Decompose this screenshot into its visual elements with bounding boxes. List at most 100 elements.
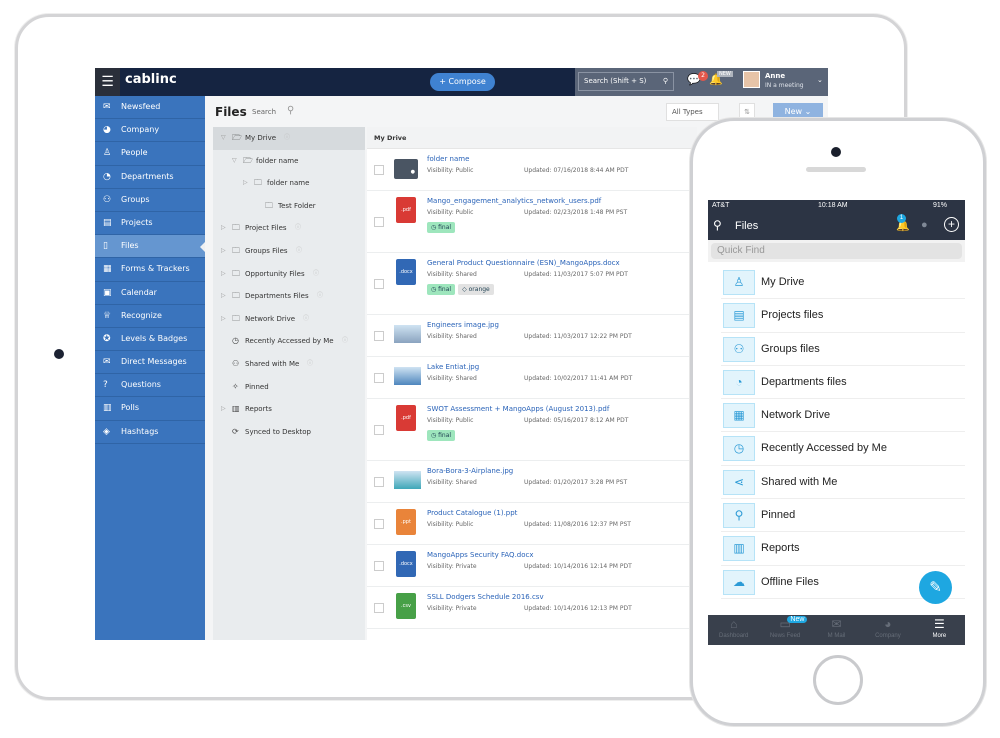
tag-badge[interactable]: ◇ orange xyxy=(458,284,494,295)
info-icon[interactable]: ⓘ xyxy=(295,217,301,239)
table-row[interactable]: Engineers image.jpg Visibility: Shared Upd… xyxy=(367,315,697,357)
info-icon[interactable]: ⓘ xyxy=(307,353,313,375)
global-search-input[interactable]: Search (Shift + S) ⚲ xyxy=(578,72,674,91)
file-name-link[interactable]: SSLL Dodgers Schedule 2016.csv xyxy=(427,593,544,601)
tag-badge[interactable]: ◷ final xyxy=(427,284,456,295)
phone-list-item[interactable]: ▦ Network Drive xyxy=(721,399,965,433)
info-icon[interactable]: ⓘ xyxy=(313,263,319,285)
sidebar-item-calendar[interactable]: ▣ Calendar xyxy=(95,282,205,305)
phone-list-item[interactable]: ▥ Reports xyxy=(721,532,965,566)
tree-item[interactable]: ▷ 🗀 folder name xyxy=(213,172,365,195)
sidebar-item-people[interactable]: ♙ People xyxy=(95,142,205,166)
phone-list-item[interactable]: ◔ Departments files xyxy=(721,366,965,400)
search-icon[interactable]: ⚲ xyxy=(287,105,294,116)
sidebar-item-polls[interactable]: ▥ Polls xyxy=(95,397,205,421)
tab-company[interactable]: ◕ Company xyxy=(862,615,913,645)
file-name-link[interactable]: Product Catalogue (1).ppt xyxy=(427,509,517,517)
twisty-icon[interactable]: ▽ xyxy=(221,127,226,149)
phone-list-item[interactable]: ▤ Projects files xyxy=(721,299,965,333)
row-checkbox[interactable] xyxy=(374,603,384,613)
tab-dashboard[interactable]: ⌂ Dashboard xyxy=(708,615,759,645)
sidebar-item-departments[interactable]: ◔ Departments xyxy=(95,166,205,189)
sidebar-item-hashtags[interactable]: ◈ Hashtags xyxy=(95,421,205,444)
tree-item[interactable]: ▷ 🗀 Groups Files ⓘ xyxy=(213,240,365,263)
menu-icon[interactable]: ☰ xyxy=(95,68,120,96)
files-search-input[interactable]: Search xyxy=(252,108,276,116)
row-checkbox[interactable] xyxy=(374,477,384,487)
tree-item[interactable]: ▽ 🗁 folder name xyxy=(213,150,365,173)
row-checkbox[interactable] xyxy=(374,425,384,435)
sidebar-item-groups[interactable]: ⚇ Groups xyxy=(95,189,205,212)
tree-item[interactable]: ▷ 🗀 Project Files ⓘ xyxy=(213,217,365,240)
tab-news-feed[interactable]: ▭ News Feed New xyxy=(759,615,810,645)
tree-item[interactable]: ▷ ▥ Reports xyxy=(213,398,365,421)
sidebar-item-newsfeed[interactable]: ✉ Newsfeed xyxy=(95,96,205,120)
table-row[interactable]: Bora-Bora-3-Airplane.jpg Visibility: Shar… xyxy=(367,461,697,503)
twisty-icon[interactable]: ▷ xyxy=(221,398,226,420)
tree-item[interactable]: ▷ 🗀 Network Drive ⓘ xyxy=(213,308,365,331)
file-name-link[interactable]: folder name xyxy=(427,155,469,163)
row-checkbox[interactable] xyxy=(374,373,384,383)
chevron-down-icon[interactable]: ⌄ xyxy=(817,76,823,84)
phone-list-item[interactable]: ♙ My Drive xyxy=(721,266,965,300)
search-icon[interactable]: ⚲ xyxy=(713,218,722,232)
compose-fab[interactable]: ✎ xyxy=(919,571,952,604)
sidebar-item-direct-messages[interactable]: ✉ Direct Messages xyxy=(95,351,205,375)
sidebar-item-questions[interactable]: ? Questions xyxy=(95,374,205,398)
tree-item[interactable]: ◷ Recently Accessed by Me ⓘ xyxy=(213,330,365,353)
tree-item[interactable]: ▷ 🗀 Opportunity Files ⓘ xyxy=(213,263,365,286)
twisty-icon[interactable]: ▷ xyxy=(221,285,226,307)
info-icon[interactable]: ⓘ xyxy=(317,285,323,307)
tab-m-mail[interactable]: ✉ M Mail xyxy=(811,615,862,645)
tree-item[interactable]: ⚇ Shared with Me ⓘ xyxy=(213,353,365,376)
twisty-icon[interactable]: ▷ xyxy=(221,240,226,262)
phone-list-item[interactable]: ◷ Recently Accessed by Me xyxy=(721,432,965,466)
tag-badge[interactable]: ◷ final xyxy=(427,430,456,441)
twisty-icon[interactable]: ▷ xyxy=(243,172,248,194)
tag-badge[interactable]: ◷ final xyxy=(427,222,456,233)
file-name-link[interactable]: MangoApps Security FAQ.docx xyxy=(427,551,534,559)
sidebar-item-projects[interactable]: ▤ Projects xyxy=(95,212,205,236)
sidebar-item-recognize[interactable]: ♕ Recognize xyxy=(95,305,205,328)
tree-item[interactable]: ✧ Pinned xyxy=(213,376,365,399)
info-icon[interactable]: ⓘ xyxy=(303,308,309,330)
row-checkbox[interactable] xyxy=(374,217,384,227)
add-icon[interactable]: + xyxy=(944,217,959,232)
twisty-icon[interactable]: ▷ xyxy=(221,217,226,239)
info-icon[interactable]: ⓘ xyxy=(342,330,348,352)
table-row[interactable]: ● folder name Visibility: Public Updated: 0… xyxy=(367,149,697,191)
row-checkbox[interactable] xyxy=(374,279,384,289)
file-name-link[interactable]: Engineers image.jpg xyxy=(427,321,499,329)
home-button[interactable] xyxy=(813,655,863,705)
user-name[interactable]: Anne xyxy=(765,72,785,80)
table-row[interactable]: .ppt Product Catalogue (1).ppt Visibility:… xyxy=(367,503,697,545)
twisty-icon[interactable]: ▷ xyxy=(221,263,226,285)
row-checkbox[interactable] xyxy=(374,561,384,571)
file-name-link[interactable]: Lake Entiat.jpg xyxy=(427,363,479,371)
row-checkbox[interactable] xyxy=(374,519,384,529)
chat-icon[interactable]: ● xyxy=(921,219,928,231)
sidebar-item-company[interactable]: ◕ Company xyxy=(95,119,205,143)
quick-find-input[interactable]: Quick Find xyxy=(708,240,965,262)
file-name-link[interactable]: Bora-Bora-3-Airplane.jpg xyxy=(427,467,513,475)
table-row[interactable]: .docx General Product Questionnaire (ESN)… xyxy=(367,253,697,315)
file-name-link[interactable]: Mango_engagement_analytics_network_users… xyxy=(427,197,601,205)
tree-item[interactable]: ⟳ Synced to Desktop xyxy=(213,421,365,444)
phone-list-item[interactable]: ⋖ Shared with Me xyxy=(721,466,965,500)
tree-item[interactable]: ▷ 🗀 Departments Files ⓘ xyxy=(213,285,365,308)
twisty-icon[interactable]: ▷ xyxy=(221,308,226,330)
sidebar-item-files[interactable]: ▯ Files xyxy=(95,235,205,259)
compose-button[interactable]: + Compose xyxy=(430,73,495,91)
avatar[interactable] xyxy=(743,71,760,88)
row-checkbox[interactable] xyxy=(374,331,384,341)
sidebar-item-levels-badges[interactable]: ✪ Levels & Badges xyxy=(95,328,205,352)
table-row[interactable]: .docx MangoApps Security FAQ.docx Visibili… xyxy=(367,545,697,587)
table-row[interactable]: .pdf SWOT Assessment + MangoApps (August … xyxy=(367,399,697,461)
type-filter-select[interactable]: All Types ⌄ xyxy=(666,103,719,132)
sidebar-item-forms-trackers[interactable]: ▦ Forms & Trackers xyxy=(95,258,205,282)
row-checkbox[interactable] xyxy=(374,165,384,175)
file-name-link[interactable]: SWOT Assessment + MangoApps (August 2013… xyxy=(427,405,609,413)
tree-item[interactable]: ▽ 🗁 My Drive ⓘ xyxy=(213,127,365,150)
twisty-icon[interactable]: ▽ xyxy=(232,150,237,172)
file-name-link[interactable]: General Product Questionnaire (ESN)_Mang… xyxy=(427,259,620,267)
